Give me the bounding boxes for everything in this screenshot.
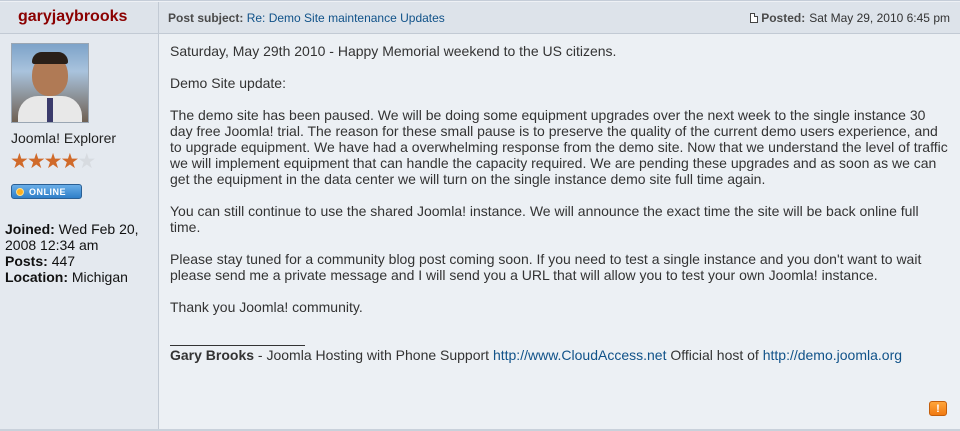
signature: Gary Brooks - Joomla Hosting with Phone … [170, 347, 902, 363]
post-paragraph: Saturday, May 29th 2010 - Happy Memorial… [170, 43, 617, 59]
post-paragraph: The demo site has been paused. We will b… [170, 107, 948, 187]
signature-text: Official host of [666, 347, 763, 363]
avatar-hair-shape [32, 52, 68, 64]
signature-link-demo[interactable]: http://demo.joomla.org [763, 347, 902, 363]
post-author-header: garyjaybrooks [0, 2, 159, 34]
author-profile: Joomla! Explorer ★ ★ ★ ★ ★ ONLINE Joined: We… [0, 34, 159, 431]
signature-divider [170, 345, 305, 346]
report-post-button[interactable]: ! [929, 401, 947, 416]
post-document-icon[interactable] [750, 13, 759, 23]
posts-label: Posts: [5, 253, 48, 269]
rank-stars: ★ ★ ★ ★ ★ [10, 150, 97, 173]
posts-value: 447 [51, 253, 76, 269]
location-label: Location: [5, 269, 68, 285]
avatar-tie-shape [47, 98, 53, 122]
post-header: Post subject: Re: Demo Site maintenance … [159, 2, 960, 34]
posts-row: Posts: 447 [5, 253, 155, 269]
post-paragraph: Please stay tuned for a community blog p… [170, 251, 922, 283]
signature-name: Gary Brooks [170, 347, 255, 363]
posted-label: Posted: [761, 11, 806, 25]
post-date: Posted: Sat May 29, 2010 6:45 pm [750, 11, 950, 25]
author-username[interactable]: garyjaybrooks [18, 8, 127, 26]
post-paragraph: Demo Site update: [170, 75, 286, 91]
location-row: Location: Michigan [5, 269, 155, 285]
forum-post: garyjaybrooks Post subject: Re: Demo Sit… [0, 0, 960, 431]
signature-link-cloudaccess[interactable]: http://www.CloudAccess.net [493, 347, 667, 363]
location-value: Michigan [71, 269, 128, 285]
author-rank: Joomla! Explorer [11, 130, 117, 146]
post-paragraph: You can still continue to use the shared… [170, 203, 919, 235]
post-content: Saturday, May 29th 2010 - Happy Memorial… [159, 34, 960, 431]
online-dot-icon [16, 187, 24, 196]
avatar [11, 43, 89, 123]
post-paragraph: Thank you Joomla! community. [170, 299, 363, 315]
online-status-badge: ONLINE [11, 184, 82, 199]
post-subject: Post subject: Re: Demo Site maintenance … [168, 11, 445, 25]
star-empty-icon: ★ [77, 150, 97, 173]
post-subject-label: Post subject: [168, 11, 244, 25]
author-details: Joined: Wed Feb 20, 2008 12:34 am Posts:… [5, 221, 155, 285]
joined-label: Joined: [5, 221, 55, 237]
online-label: ONLINE [29, 186, 67, 197]
signature-text: - Joomla Hosting with Phone Support [254, 347, 493, 363]
posted-value: Sat May 29, 2010 6:45 pm [809, 11, 950, 25]
post-body: Saturday, May 29th 2010 - Happy Memorial… [170, 43, 950, 331]
post-subject-link[interactable]: Re: Demo Site maintenance Updates [247, 11, 445, 25]
joined-row: Joined: Wed Feb 20, 2008 12:34 am [5, 221, 155, 253]
